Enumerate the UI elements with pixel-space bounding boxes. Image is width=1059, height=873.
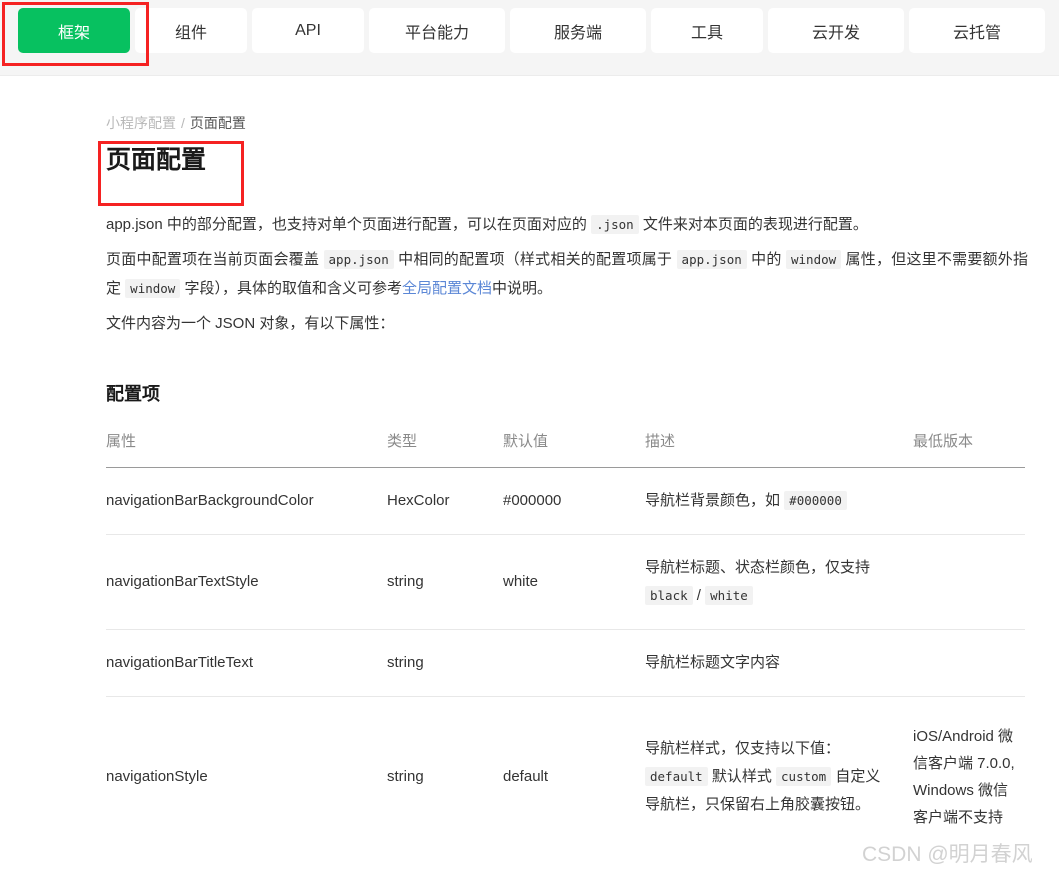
column-header-attribute: 属性	[106, 430, 387, 468]
cell-attribute: navigationBarTitleText	[106, 629, 387, 697]
nav-tab-api[interactable]: API	[252, 8, 364, 53]
inline-code-white: white	[705, 586, 753, 605]
inline-code-appjson-1: app.json	[323, 250, 394, 269]
paragraph-2: 页面中配置项在当前页面会覆盖 app.json 中相同的配置项（样式相关的配置项…	[106, 245, 1028, 303]
inline-code-custom: custom	[776, 767, 832, 786]
paragraph-3: 文件内容为一个 JSON 对象，有以下属性：	[106, 315, 395, 332]
cell-description-text-2: /	[692, 587, 706, 604]
cell-min-version	[913, 534, 1025, 630]
nav-tab-platform-capability[interactable]: 平台能力	[369, 8, 505, 53]
paragraph-2-text-3: 中的	[746, 251, 786, 268]
nav-tab-server[interactable]: 服务端	[510, 8, 646, 53]
nav-tab-components[interactable]: 组件	[135, 8, 247, 53]
cell-default	[503, 629, 645, 697]
inline-code-window-1: window	[786, 250, 842, 269]
breadcrumb-separator: /	[181, 115, 185, 131]
cell-type: HexColor	[387, 467, 503, 535]
column-header-min-version: 最低版本	[913, 430, 1025, 468]
page-title: 页面配置	[106, 146, 207, 174]
page-root: 框架 组件 API 平台能力 服务端 工具 云开发 云托管 小程序配置 / 页面配置…	[0, 0, 1059, 873]
link-global-config-doc[interactable]: 全局配置文档	[402, 280, 492, 297]
column-header-description: 描述	[645, 430, 913, 468]
table-row: navigationBarBackgroundColor HexColor #0…	[106, 467, 1025, 535]
nav-tab-label: 框架	[57, 24, 90, 42]
inline-code-window-2: window	[125, 279, 181, 298]
cell-min-version: iOS/Android 微信客户端 7.0.0, Windows 微信客户端不支…	[913, 728, 1015, 826]
column-header-default: 默认值	[503, 430, 645, 468]
nav-tab-label: 云开发	[811, 24, 860, 42]
table-row: navigationBarTextStyle string white 导航栏标…	[106, 534, 1025, 630]
cell-attribute: navigationStyle	[106, 768, 208, 785]
inline-code-appjson-2: app.json	[676, 250, 747, 269]
cell-type: string	[387, 768, 424, 785]
paragraph-1: app.json 中的部分配置，也支持对单个页面进行配置，可以在页面对应的 .j…	[106, 210, 1028, 239]
cell-default: default	[503, 768, 549, 785]
intro-paragraphs: app.json 中的部分配置，也支持对单个页面进行配置，可以在页面对应的 .j…	[106, 210, 1028, 344]
inline-code-black: black	[645, 586, 693, 605]
table-row: navigationBarTitleText string 导航栏标题文字内容	[106, 629, 1025, 697]
nav-tab-list: 框架 组件 API 平台能力 服务端 工具 云开发 云托管	[18, 8, 1050, 53]
cell-description-text-1: 导航栏样式，仅支持以下值：	[645, 740, 841, 757]
cell-description: 导航栏标题文字内容	[645, 629, 913, 697]
section-title-config-items: 配置项	[106, 384, 160, 404]
nav-tab-label: 云托管	[952, 24, 1001, 42]
cell-min-version	[913, 467, 1025, 535]
paragraph-2-text-6: 中说明。	[492, 280, 553, 297]
cell-description-text-1: 导航栏标题文字内容	[645, 654, 781, 671]
table-row: navigationStyle string default 导航栏样式，仅支持…	[106, 697, 1025, 858]
nav-tab-framework[interactable]: 框架	[18, 8, 130, 53]
breadcrumb-current: 页面配置	[189, 115, 246, 131]
cell-attribute: navigationBarTextStyle	[106, 534, 387, 630]
top-navigation-bar: 框架 组件 API 平台能力 服务端 工具 云开发 云托管	[0, 0, 1059, 76]
nav-tab-label: 工具	[690, 24, 723, 42]
cell-description-text-2: 默认样式	[707, 768, 777, 785]
page-title-wrapper: 页面配置	[106, 148, 206, 173]
cell-attribute: navigationBarBackgroundColor	[106, 467, 387, 535]
paragraph-1-text-2: 文件来对本页面的表现进行配置。	[638, 216, 868, 233]
table-header-row: 属性 类型 默认值 描述 最低版本	[106, 430, 1025, 468]
cell-min-version	[913, 629, 1025, 697]
cell-description: 导航栏背景颜色，如 #000000	[645, 467, 913, 535]
inline-code-hex-black: #000000	[784, 491, 847, 510]
breadcrumb-parent[interactable]: 小程序配置	[106, 115, 176, 131]
nav-tab-label: 组件	[174, 24, 207, 42]
cell-description: 导航栏标题、状态栏颜色，仅支持 black / white	[645, 534, 913, 630]
nav-tab-label: 服务端	[553, 24, 602, 42]
inline-code-default: default	[645, 767, 708, 786]
nav-tab-cloud-hosting[interactable]: 云托管	[909, 8, 1045, 53]
paragraph-1-text-1: app.json 中的部分配置，也支持对单个页面进行配置，可以在页面对应的	[106, 216, 592, 233]
table-body: navigationBarBackgroundColor HexColor #0…	[106, 467, 1025, 858]
nav-tab-label: 平台能力	[404, 24, 469, 42]
cell-description: 导航栏样式，仅支持以下值： default 默认样式 custom 自定义导航栏…	[645, 697, 913, 858]
nav-tab-cloud-development[interactable]: 云开发	[768, 8, 904, 53]
paragraph-2-text-1: 页面中配置项在当前页面会覆盖	[106, 251, 324, 268]
config-items-table: 属性 类型 默认值 描述 最低版本 navigationBarBackgroun…	[106, 430, 1025, 857]
table-header: 属性 类型 默认值 描述 最低版本	[106, 430, 1025, 468]
cell-description-text-1: 导航栏背景颜色，如	[645, 492, 785, 509]
nav-tab-label: API	[295, 21, 321, 39]
cell-type: string	[387, 534, 503, 630]
cell-default: white	[503, 534, 645, 630]
column-header-type: 类型	[387, 430, 503, 468]
nav-tab-tools[interactable]: 工具	[651, 8, 763, 53]
cell-type: string	[387, 629, 503, 697]
inline-code-json-ext: .json	[591, 215, 639, 234]
breadcrumb: 小程序配置 / 页面配置	[106, 113, 246, 133]
paragraph-2-text-5: 字段），具体的取值和含义可参考	[180, 280, 402, 297]
cell-description-text-1: 导航栏标题、状态栏颜色，仅支持	[645, 559, 871, 576]
paragraph-2-text-2: 中相同的配置项（样式相关的配置项属于	[393, 251, 677, 268]
cell-default: #000000	[503, 467, 645, 535]
